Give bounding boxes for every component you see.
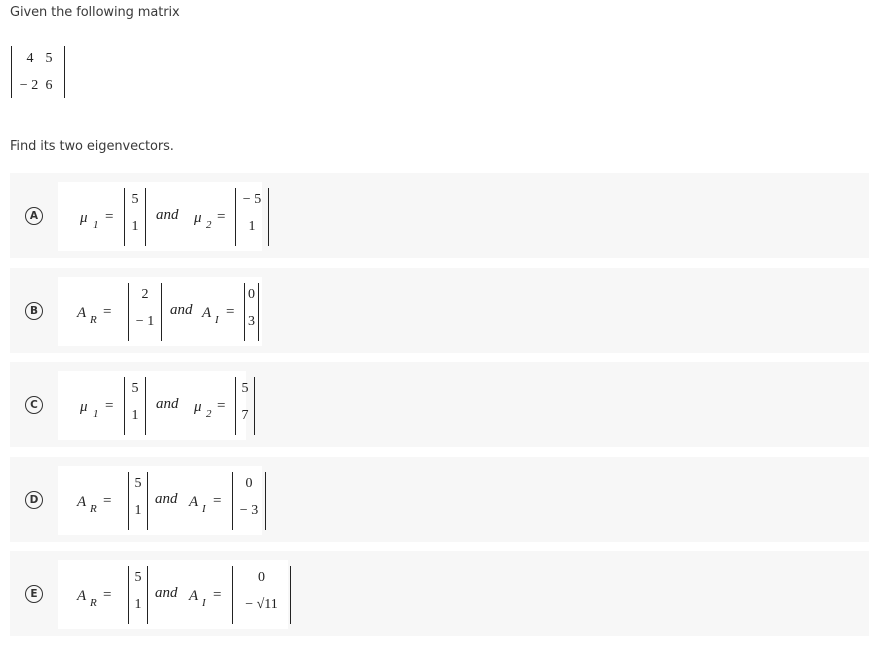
vector-entry: 5 [134,476,142,491]
matrix-cell: 4 [26,51,34,66]
vector-entry: 5 [131,192,139,207]
vector-entry: 2 [141,287,149,302]
option-letter-d[interactable]: D [25,490,43,509]
first-symbol: A [77,588,87,604]
equals-sign: = [105,209,114,225]
answer-option-c[interactable]: C μ 1 = 5 1 and μ 2 = 5 7 [10,362,869,447]
answer-option-d[interactable]: D A R = 5 1 and A I = 0 − 3 [10,457,869,542]
option-letter-e[interactable]: E [25,584,43,603]
second-symbol: A [189,494,199,510]
vector-entry: 5 [131,381,139,396]
vector-entry: − 1 [135,314,155,329]
second-vector: 0 − 3 [232,472,266,530]
connector-and: and [156,396,179,412]
second-vector: − 5 1 [235,188,269,246]
second-symbol: μ [194,210,202,226]
first-symbol: μ [80,399,88,415]
first-subscript: R [90,503,97,515]
second-subscript: I [202,597,206,609]
option-letter-a[interactable]: A [25,206,43,225]
option-a-formula: μ 1 = 5 1 and μ 2 = − 5 1 [58,182,269,251]
question-matrix: 4 5 − 2 6 [11,46,65,98]
equals-sign: = [217,209,226,225]
connector-and: and [155,491,178,507]
second-vector: 5 7 [235,377,255,435]
connector-and: and [155,585,178,601]
first-subscript: R [90,597,97,609]
vector-entry: 5 [134,570,142,585]
second-subscript: 2 [206,408,212,420]
vector-entry-sqrt: − √11 [245,597,278,612]
vector-entry: 0 [248,287,255,302]
first-subscript: 1 [93,408,99,420]
first-vector: 5 1 [128,566,148,624]
connector-and: and [156,207,179,223]
vector-entry: 1 [131,219,139,234]
second-subscript: I [215,314,219,326]
first-symbol: A [77,494,87,510]
answer-option-a[interactable]: A μ 1 = 5 1 and μ 2 = − 5 1 [10,173,869,258]
vector-entry: 1 [134,503,142,518]
option-e-formula: A R = 5 1 and A I = 0 − √11 [58,560,291,629]
matrix-cell: 6 [45,78,53,93]
first-subscript: R [90,314,97,326]
second-vector: 0 3 [244,283,259,341]
second-symbol: μ [194,399,202,415]
first-vector: 2 − 1 [128,283,162,341]
second-symbol: A [189,588,199,604]
vector-entry: 1 [248,219,256,234]
question-ask: Find its two eigenvectors. [10,139,174,154]
vector-entry: 1 [131,408,139,423]
vector-entry: 0 [245,476,253,491]
vector-entry: 3 [248,314,255,329]
answer-option-e[interactable]: E A R = 5 1 and A I = 0 − √11 [10,551,869,636]
question-intro: Given the following matrix [10,5,180,20]
option-letter-b[interactable]: B [25,301,43,320]
vector-entry: − 3 [239,503,259,518]
equals-sign: = [103,493,112,509]
equals-sign: = [213,587,222,603]
first-symbol: μ [80,210,88,226]
equals-sign: = [103,304,112,320]
second-subscript: I [202,503,206,515]
second-symbol: A [202,305,212,321]
vector-entry: 0 [258,570,265,585]
first-vector: 5 1 [124,188,146,246]
connector-and: and [170,302,193,318]
option-letter-c[interactable]: C [25,395,43,414]
second-subscript: 2 [206,219,212,231]
vector-entry: 5 [241,381,249,396]
equals-sign: = [105,398,114,414]
vector-entry: 1 [134,597,142,612]
first-symbol: A [77,305,87,321]
answer-option-b[interactable]: B A R = 2 − 1 and A I = 0 3 [10,268,869,353]
vector-entry: − 5 [242,192,262,207]
equals-sign: = [103,587,112,603]
equals-sign: = [217,398,226,414]
matrix-cell: 5 [45,51,53,66]
option-c-formula: μ 1 = 5 1 and μ 2 = 5 7 [58,371,255,440]
first-subscript: 1 [93,219,99,231]
equals-sign: = [226,304,235,320]
first-vector: 5 1 [124,377,146,435]
equals-sign: = [213,493,222,509]
option-b-formula: A R = 2 − 1 and A I = 0 3 [58,277,262,346]
second-vector: 0 − √11 [232,566,291,624]
option-d-formula: A R = 5 1 and A I = 0 − 3 [58,466,266,535]
first-vector: 5 1 [128,472,148,530]
vector-entry: 7 [241,408,249,423]
